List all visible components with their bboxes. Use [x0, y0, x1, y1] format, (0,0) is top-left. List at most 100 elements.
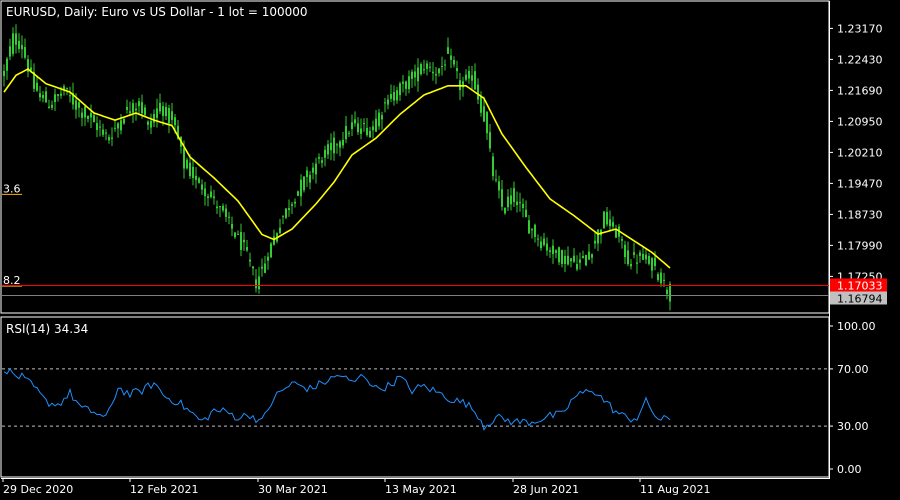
candle	[312, 162, 314, 180]
candle	[498, 175, 500, 199]
candle	[630, 259, 632, 270]
price-chart-pane[interactable]: 3.68.2 EURUSD, Daily: Euro vs US Dollar …	[0, 0, 830, 314]
candle	[504, 207, 506, 215]
candle	[378, 108, 380, 130]
candle-body	[645, 254, 647, 260]
candle	[555, 249, 557, 259]
rsi-tick-label: 0.00	[837, 463, 862, 476]
candle-body	[216, 206, 218, 209]
candle-body	[396, 90, 398, 101]
candle	[450, 48, 452, 69]
candle-body	[453, 59, 455, 65]
time-axis[interactable]: 29 Dec 2020 12 Feb 2021 30 Mar 2021 13 May …	[1, 478, 830, 496]
candle-body	[60, 93, 62, 96]
candle	[357, 117, 359, 135]
candle	[549, 247, 551, 259]
candle-body	[489, 132, 491, 149]
candle-body	[15, 33, 17, 45]
candle	[399, 81, 401, 101]
candle-body	[117, 123, 119, 129]
candle-body	[522, 203, 524, 209]
candle-body	[315, 163, 317, 175]
candle-body	[189, 162, 191, 177]
candle	[561, 249, 563, 268]
candle	[396, 86, 398, 104]
candle	[300, 174, 302, 207]
candle	[243, 232, 245, 251]
candle	[258, 266, 260, 294]
candle-body	[111, 137, 113, 139]
candle	[624, 240, 626, 264]
candle-body	[186, 159, 188, 169]
candle-body	[318, 157, 320, 159]
price-axis[interactable]: 1.23170 1.22430 1.21690 1.20950 1.20210 1.194…	[829, 1, 887, 478]
candle-body	[402, 81, 404, 84]
candle	[444, 59, 446, 71]
candle	[57, 93, 59, 102]
candle	[123, 117, 125, 125]
candle	[465, 69, 467, 82]
candle-body	[507, 196, 509, 208]
candle	[432, 61, 434, 81]
candle-body	[360, 128, 362, 134]
candle	[588, 244, 590, 260]
candle	[228, 211, 230, 225]
candle-body	[267, 256, 269, 261]
candle-body	[609, 219, 611, 227]
candle-body	[99, 126, 101, 128]
candle	[219, 205, 221, 218]
rsi-label: RSI(14) 34.34	[6, 322, 88, 336]
candle-body	[474, 71, 476, 90]
candle	[522, 198, 524, 218]
candle-body	[384, 102, 386, 104]
candle-body	[594, 240, 596, 244]
candle	[42, 91, 44, 103]
candle	[342, 131, 344, 149]
rsi-pane[interactable]: RSI(14) 34.34	[0, 316, 830, 478]
candle-body	[408, 76, 410, 90]
candle-body	[492, 156, 494, 177]
candle-body	[324, 149, 326, 158]
candle	[270, 241, 272, 259]
candle	[6, 56, 8, 80]
candle-body	[57, 94, 59, 96]
candle	[102, 123, 104, 138]
candle-body	[141, 102, 143, 114]
candle	[348, 130, 350, 138]
candle-body	[381, 115, 383, 120]
candle	[321, 156, 323, 168]
candle-body	[444, 64, 446, 66]
candle	[39, 86, 41, 102]
candle-body	[201, 184, 203, 190]
candle-body	[156, 108, 158, 118]
candle-body	[342, 139, 344, 146]
candle-body	[297, 191, 299, 196]
price-tick-label: 1.17990	[837, 239, 883, 252]
candle-body	[441, 66, 443, 68]
candle	[603, 210, 605, 229]
candle-body	[120, 120, 122, 131]
candle-body	[438, 68, 440, 74]
candle-body	[660, 272, 662, 284]
candle	[639, 250, 641, 263]
candle	[402, 75, 404, 93]
candle-body	[588, 251, 590, 260]
candle-body	[90, 112, 92, 118]
candle	[138, 98, 140, 115]
candle-body	[171, 111, 173, 120]
candle-body	[132, 103, 134, 113]
candle	[267, 252, 269, 270]
fib-level-label: 3.6	[3, 182, 21, 195]
candle-body	[42, 95, 44, 99]
rsi-frame	[0, 316, 830, 478]
candle-body	[282, 215, 284, 217]
candle-body	[222, 205, 224, 211]
candle	[429, 62, 431, 73]
candle-body	[108, 137, 110, 141]
candle-body	[135, 108, 137, 111]
candle	[153, 109, 155, 128]
candle	[108, 134, 110, 144]
candle-body	[351, 122, 353, 130]
price-tick-label: 1.19470	[837, 177, 883, 190]
candle	[291, 201, 293, 214]
